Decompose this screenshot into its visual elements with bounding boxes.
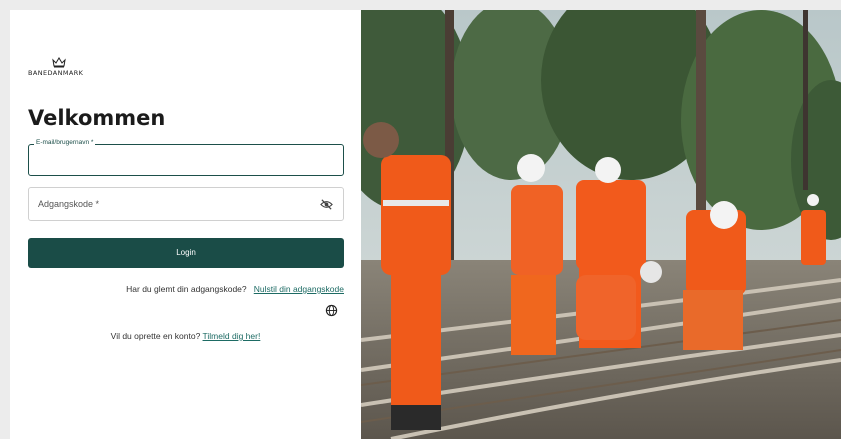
railway-workers-image [361,10,841,439]
signup-row: Vil du oprette en konto? Tilmeld dig her… [10,331,361,341]
email-field[interactable]: E-mail/brugernavn * [28,139,344,176]
page-title: Velkommen [28,106,166,130]
forgot-text: Har du glemt din adgangskode? [126,284,247,294]
email-label: E-mail/brugernavn * [34,139,96,146]
eye-off-icon[interactable] [320,198,333,211]
signup-text: Vil du oprette en konto? [110,331,201,341]
signup-link[interactable]: Tilmeld dig her! [203,331,261,341]
brand-name: BANEDANMARK [28,69,84,77]
password-field[interactable]: Adgangskode * [28,187,344,221]
forgot-password-row: Har du glemt din adgangskode? Nulstil di… [0,284,344,294]
globe-icon[interactable] [325,304,338,317]
hero-photo [361,10,841,439]
reset-password-link[interactable]: Nulstil din adgangskode [254,284,344,294]
banedanmark-logo: BANEDANMARK [28,56,92,77]
login-button[interactable]: Login [28,238,344,268]
crown-icon [52,57,66,68]
password-label: Adgangskode * [38,199,100,209]
page: BANEDANMARK Velkommen E-mail/brugernavn … [0,0,841,439]
